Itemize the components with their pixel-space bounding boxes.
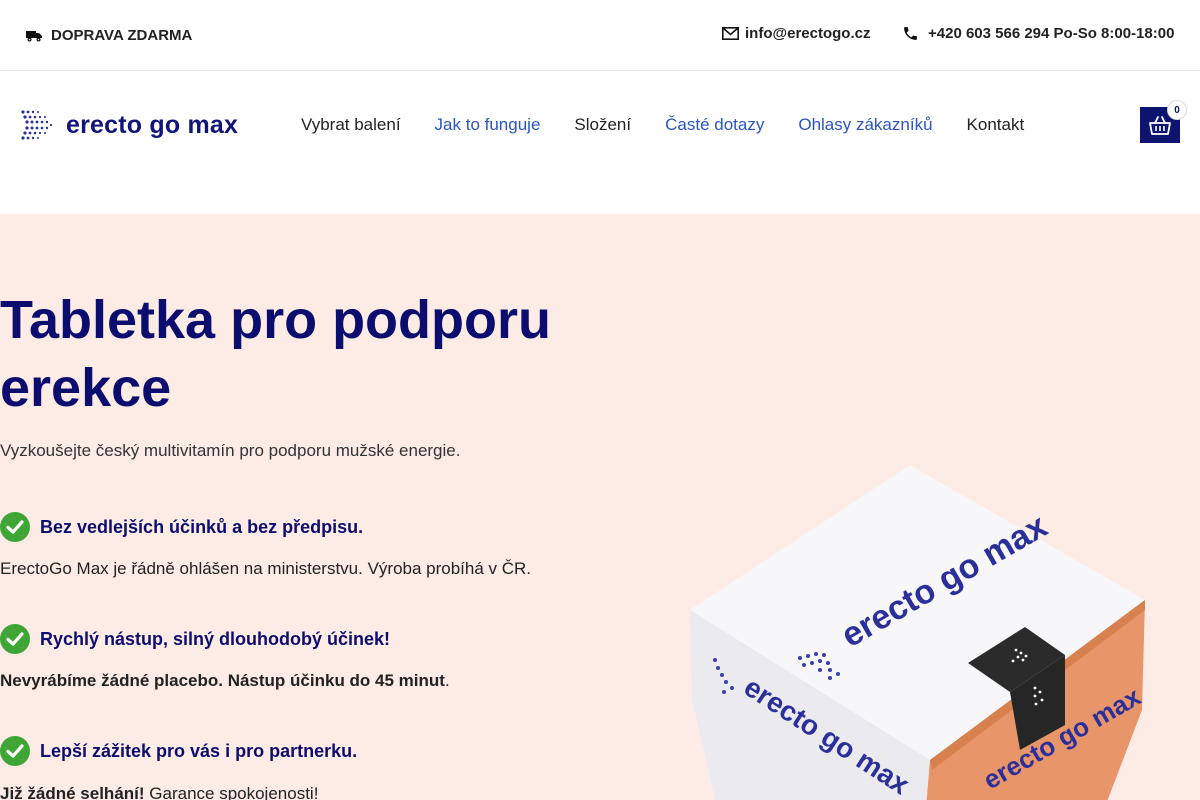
feature-3: Lepší zážitek pro vás i pro partnerku. <box>0 736 357 766</box>
hero-section: Tabletka pro podporu erekce Vyzkoušejte … <box>0 214 1200 800</box>
check-circle-icon <box>0 736 30 766</box>
feature-2-title: Rychlý nástup, silný dlouhodobý účinek! <box>40 628 391 649</box>
nav-kontakt[interactable]: Kontakt <box>967 115 1025 135</box>
check-circle-icon <box>0 624 30 654</box>
site-logo[interactable]: erecto go max <box>20 109 238 141</box>
hero-subtitle: Vyzkoušejte český multivitamín pro podpo… <box>0 441 461 460</box>
free-shipping: DOPRAVA ZDARMA <box>26 27 192 44</box>
site-header: erecto go max Vybrat balení Jak to fungu… <box>0 71 1200 214</box>
logo-dots-icon <box>21 110 53 140</box>
logo-text: erecto go max <box>66 110 239 139</box>
basket-icon <box>1149 115 1171 135</box>
feature-1-title: Bez vedlejších účinků a bez předpisu. <box>40 516 364 537</box>
email-text[interactable]: info@erectogo.cz <box>745 25 870 42</box>
nav-vybrat-baleni[interactable]: Vybrat balení <box>301 115 401 135</box>
feature-1: Bez vedlejších účinků a bez předpisu. <box>0 512 363 542</box>
feature-2-text-tail: . <box>444 671 450 690</box>
nav-caste-dotazy[interactable]: Časté dotazy <box>665 115 764 135</box>
feature-2-text: Nevyrábíme žádné placebo. Nástup účinku … <box>0 671 450 691</box>
product-box-image: erecto go max erecto go max erecto go ma… <box>690 465 1146 800</box>
truck-icon <box>26 30 42 41</box>
feature-1-text: ErectoGo Max je řádně ohlášen na ministe… <box>0 559 532 578</box>
nav-ohlasy-zakazniku[interactable]: Ohlasy zákazníků <box>798 115 932 135</box>
feature-3-title: Lepší zážitek pro vás i pro partnerku. <box>40 740 358 761</box>
feature-2-text-bold: Nevyrábíme žádné placebo. Nástup účinku … <box>0 671 445 690</box>
top-bar: DOPRAVA ZDARMA info@erectogo.cz +420 603… <box>0 0 1200 71</box>
main-nav: Vybrat balení Jak to funguje Složení Čas… <box>301 115 1058 135</box>
nav-slozeni[interactable]: Složení <box>574 115 631 135</box>
cart-button[interactable]: 0 <box>1140 101 1186 143</box>
phone-text[interactable]: +420 603 566 294 Po-So 8:00-18:00 <box>928 25 1174 42</box>
feature-3-text-bold: Již žádné selhání! <box>0 784 145 800</box>
envelope-icon <box>722 27 739 40</box>
email-link[interactable]: info@erectogo.cz <box>722 25 870 42</box>
phone-icon <box>904 27 917 40</box>
hero-title: Tabletka pro podporu erekce <box>0 290 551 418</box>
check-circle-icon <box>0 512 30 542</box>
cart-count-badge: 0 <box>1168 101 1186 119</box>
phone-link[interactable]: +420 603 566 294 Po-So 8:00-18:00 <box>902 25 1174 42</box>
feature-3-text: Již žádné selhání! Garance spokojenosti! <box>0 784 318 800</box>
shipping-label: DOPRAVA ZDARMA <box>51 27 193 44</box>
feature-2: Rychlý nástup, silný dlouhodobý účinek! <box>0 624 390 654</box>
nav-jak-to-funguje[interactable]: Jak to funguje <box>435 115 541 135</box>
feature-3-text-tail: Garance spokojenosti! <box>144 784 319 800</box>
